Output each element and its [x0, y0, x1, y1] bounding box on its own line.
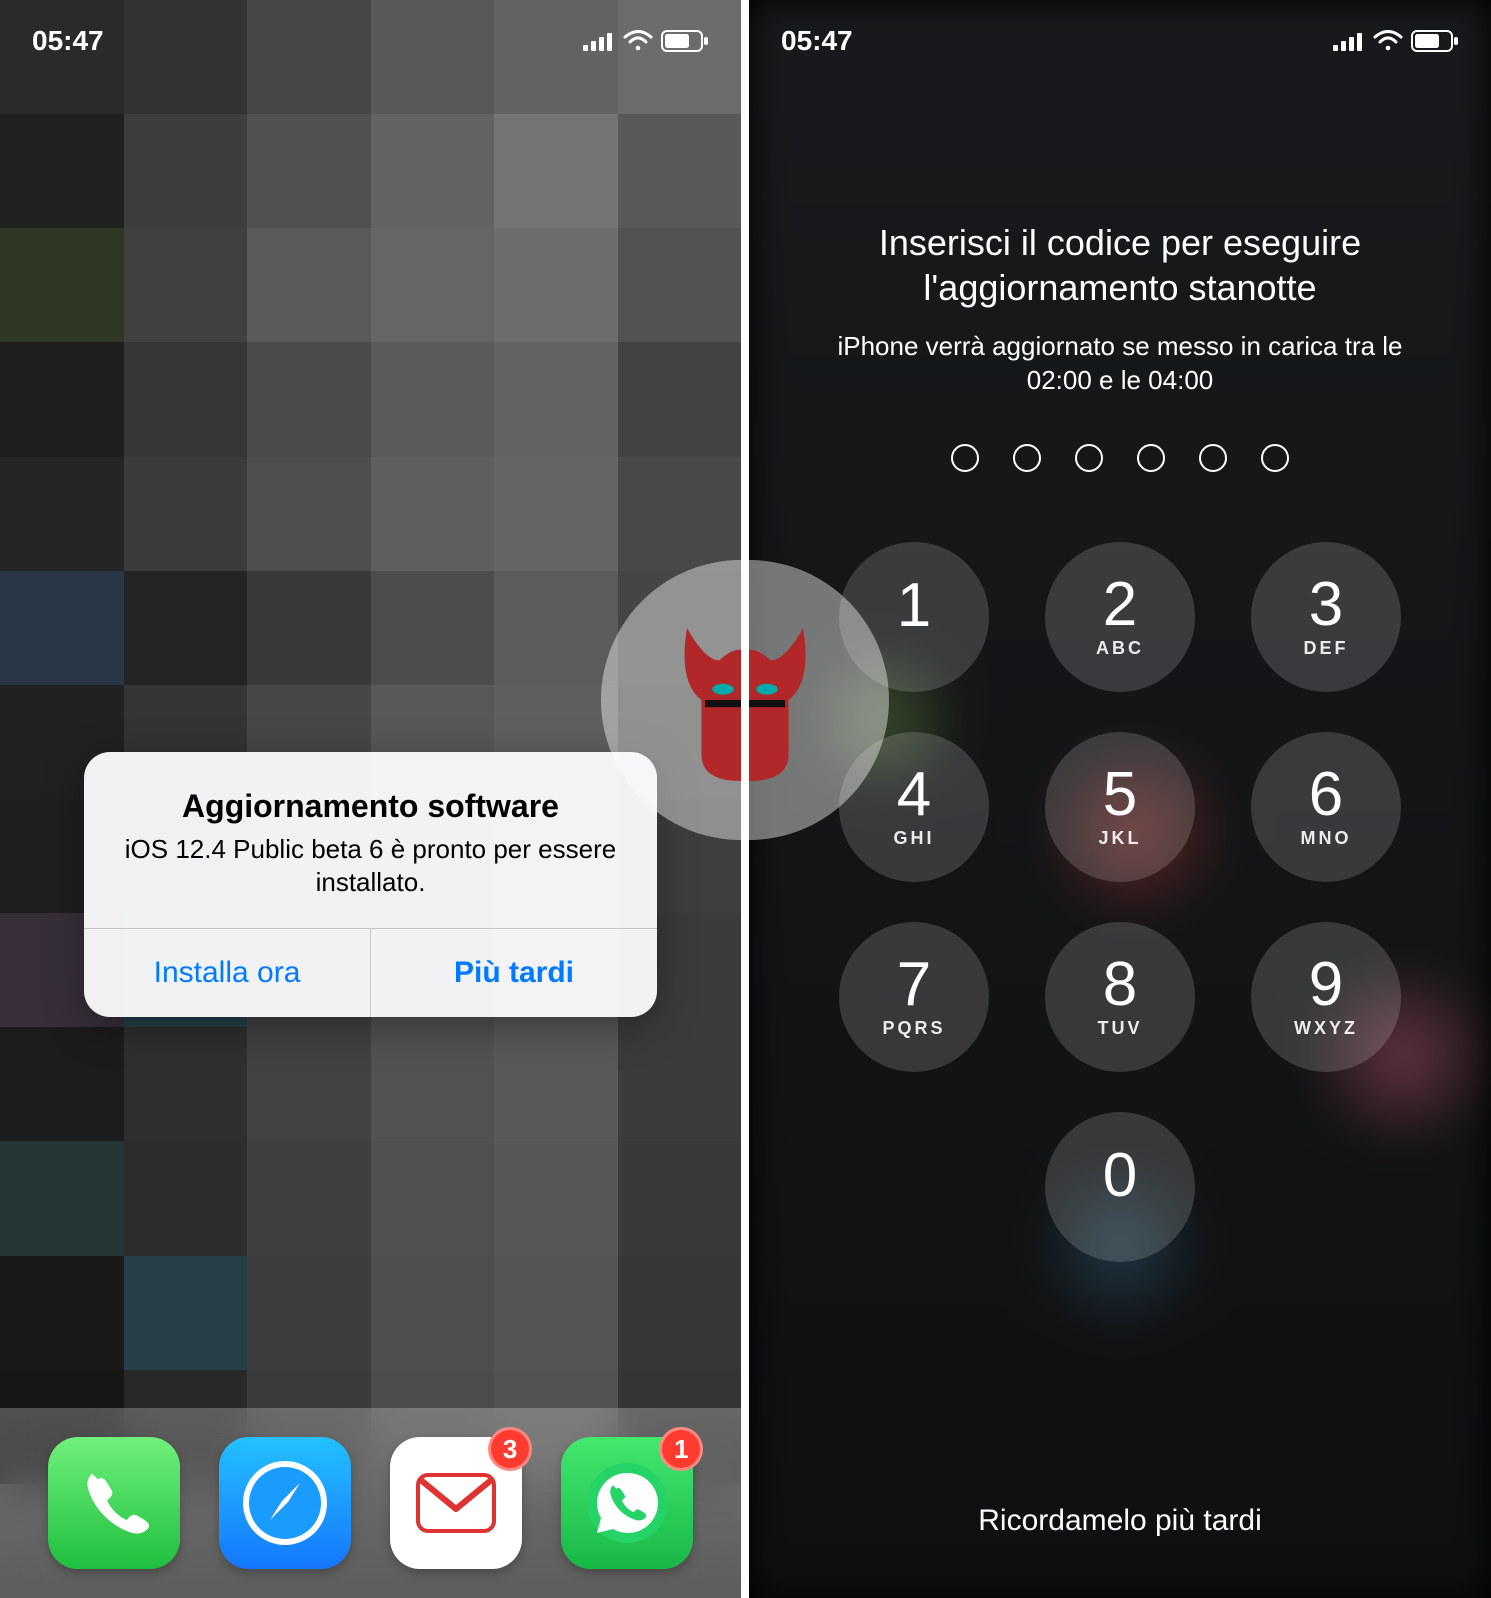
passcode-dot: [1199, 444, 1227, 472]
status-bar: 05:47: [0, 0, 741, 82]
keypad-8[interactable]: 8TUV: [1045, 922, 1195, 1072]
keypad-3[interactable]: 3DEF: [1251, 542, 1401, 692]
install-now-button[interactable]: Installa ora: [84, 929, 370, 1017]
alert-title: Aggiornamento software: [112, 788, 629, 825]
phone-left-home: 05:47 Aggiornamento software iOS 12.4 Pu…: [0, 0, 741, 1598]
key-digit: 0: [1103, 1145, 1137, 1207]
key-digit: 5: [1103, 764, 1137, 826]
dock-app-whatsapp[interactable]: 1: [561, 1437, 693, 1569]
battery-icon: [661, 30, 709, 52]
keypad-7[interactable]: 7PQRS: [839, 922, 989, 1072]
key-letters: DEF: [1304, 638, 1349, 659]
badge: 3: [488, 1427, 532, 1471]
key-digit: 3: [1309, 574, 1343, 636]
key-digit: 1: [897, 575, 931, 637]
keypad-2[interactable]: 2ABC: [1045, 542, 1195, 692]
dock: 31: [0, 1408, 741, 1598]
key-letters: PQRS: [882, 1018, 945, 1039]
key-digit: 2: [1103, 574, 1137, 636]
wifi-icon: [623, 30, 653, 52]
passcode-dot: [1075, 444, 1103, 472]
passcode-dots: [951, 444, 1289, 472]
dock-app-safari[interactable]: [219, 1437, 351, 1569]
passcode-subtitle: iPhone verrà aggiornato se messo in cari…: [749, 330, 1491, 398]
key-digit: 6: [1309, 764, 1343, 826]
software-update-alert: Aggiornamento software iOS 12.4 Public b…: [84, 752, 657, 1017]
status-indicators: [1333, 30, 1459, 52]
status-bar: 05:47: [749, 0, 1491, 82]
status-time: 05:47: [781, 25, 853, 57]
alert-body: Aggiornamento software iOS 12.4 Public b…: [84, 752, 657, 928]
key-letters: WXYZ: [1294, 1018, 1358, 1039]
keypad-0[interactable]: 0: [1045, 1112, 1195, 1262]
key-letters: TUV: [1098, 1018, 1143, 1039]
key-digit: 4: [897, 764, 931, 826]
key-digit: 9: [1309, 954, 1343, 1016]
key-letters: MNO: [1301, 828, 1352, 849]
key-letters: ABC: [1096, 638, 1144, 659]
key-digit: 7: [897, 954, 931, 1016]
key-digit: 8: [1103, 954, 1137, 1016]
dock-app-mail[interactable]: 3: [390, 1437, 522, 1569]
passcode-dot: [1137, 444, 1165, 472]
cellular-icon: [1333, 31, 1365, 51]
battery-icon: [1411, 30, 1459, 52]
cellular-icon: [583, 31, 615, 51]
badge: 1: [659, 1427, 703, 1471]
status-time: 05:47: [32, 25, 104, 57]
keypad-9[interactable]: 9WXYZ: [1251, 922, 1401, 1072]
key-letters: JKL: [1098, 828, 1141, 849]
later-button[interactable]: Più tardi: [370, 929, 657, 1017]
phone-right-passcode: 05:47 Inserisci il codice per eseguire l…: [749, 0, 1491, 1598]
keypad-6[interactable]: 6MNO: [1251, 732, 1401, 882]
image-divider: [741, 0, 749, 1598]
passcode-dot: [1013, 444, 1041, 472]
alert-buttons: Installa ora Più tardi: [84, 928, 657, 1017]
keypad-5[interactable]: 5JKL: [1045, 732, 1195, 882]
dock-app-phone[interactable]: [48, 1437, 180, 1569]
passcode-dot: [1261, 444, 1289, 472]
passcode-screen: Inserisci il codice per eseguire l'aggio…: [749, 0, 1491, 1598]
status-indicators: [583, 30, 709, 52]
alert-message: iOS 12.4 Public beta 6 è pronto per esse…: [112, 833, 629, 898]
key-letters: GHI: [893, 828, 934, 849]
passcode-dot: [951, 444, 979, 472]
numeric-keypad: 1 2ABC 3DEF 4GHI 5JKL 6MNO 7PQRS 8TUV 9WXYZ 0: [839, 542, 1401, 1262]
passcode-title: Inserisci il codice per eseguire l'aggio…: [749, 220, 1491, 310]
wifi-icon: [1373, 30, 1403, 52]
